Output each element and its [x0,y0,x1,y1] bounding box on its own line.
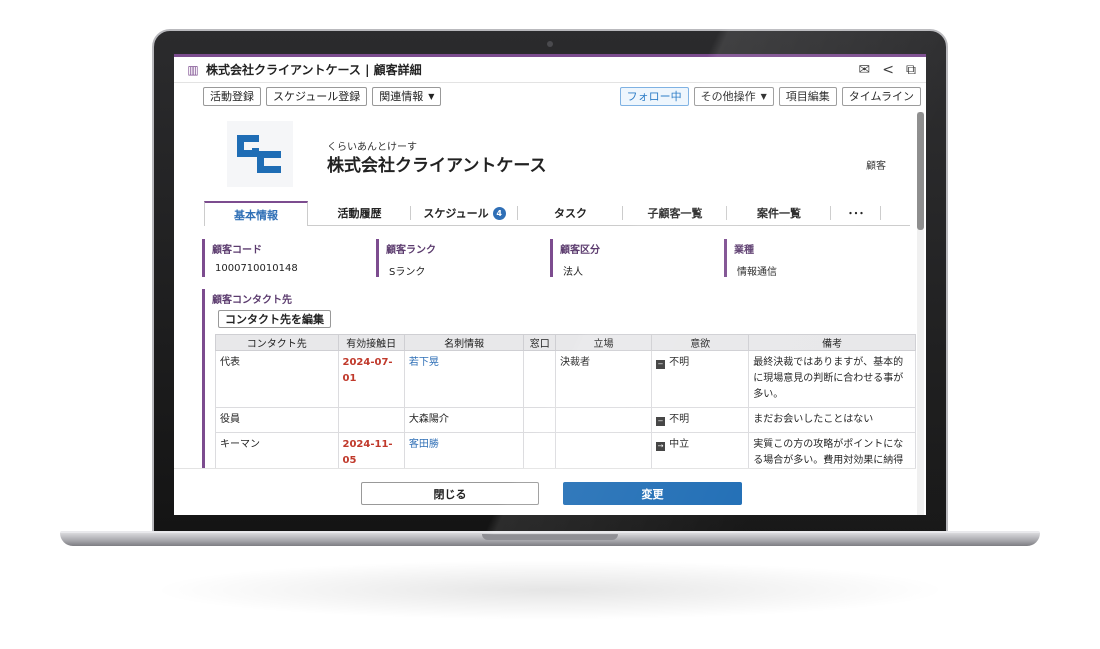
arrow-right-square-icon: → [656,442,666,451]
edit-contacts-button[interactable]: コンタクト先を編集 [218,310,331,328]
note-cell: まだお会いしたことはない [748,407,916,433]
field-label: 顧客区分 [560,245,600,256]
schedule-register-button[interactable]: スケジュール登録 [266,86,368,106]
column-header[interactable]: 意欲 [651,334,750,351]
laptop-notch [482,534,618,540]
scrollbar-thumb[interactable] [917,112,924,230]
motivation-label: 不明 [669,414,690,425]
motivation-cell: − 不明 [651,407,750,433]
tab-tasks[interactable]: タスク [518,201,623,225]
camera-dot [547,41,553,47]
field-customer-code: 顧客コード 1000710010148 [202,239,376,277]
caret-down-icon: ▼ [760,91,767,101]
column-header[interactable]: 備考 [748,334,916,351]
tab-deals[interactable]: 案件一覧 [727,201,831,225]
tab-activity-history[interactable]: 活動履歴 [308,201,411,225]
table-header-row: コンタクト先 有効接触日 名刺情報 窓口 立場 意欲 備考 [215,334,916,351]
tab-basic-info[interactable]: 基本情報 [204,201,308,226]
field-label: 顧客ランク [386,245,436,256]
field-label: 業種 [734,245,754,256]
tab-label: 案件一覧 [757,207,801,220]
tab-label: スケジュール [423,207,489,220]
toolbar: 活動登録 スケジュール登録 関連情報 ▼ フォロー中 その他操作 ▼ 項目編集 タイ… [174,83,926,109]
change-button[interactable]: 変更 [563,482,742,505]
contact-cell: 役員 [215,407,339,433]
position-cell: 決裁者 [554,350,653,408]
column-header[interactable]: 窓口 [523,334,556,351]
caret-down-icon: ▼ [428,91,435,101]
tab-content: 顧客コード 1000710010148 顧客ランク Sランク 顧客区分 法人 業… [174,227,916,490]
tab-label: 活動履歴 [337,207,382,220]
cc-logo-icon [237,135,281,173]
note-cell: 最終決裁ではありますが、基本的に現場意見の判断に合わせる事が多い。 [748,350,916,408]
timeline-button[interactable]: タイムライン [841,86,921,106]
date-cell: 2024-07-01 [337,350,405,408]
field-label: 顧客コード [212,245,262,256]
related-info-label: 関連情報 [379,90,424,103]
field-value: 1000710010148 [215,263,298,274]
share-icon[interactable]: < [882,62,894,78]
schedule-count-badge: 4 [492,206,506,220]
column-header[interactable]: 立場 [554,334,653,351]
minus-square-icon: − [656,360,666,369]
company-name: 株式会社クライアントケース [327,156,547,176]
other-ops-label: その他操作 [700,90,756,103]
card-cell: 大森陽介 [403,407,525,433]
field-customer-category: 顧客区分 法人 [550,239,724,278]
contacts-label: 顧客コンタクト先 [212,295,292,306]
building-icon: ▥ [187,62,199,77]
field-customer-rank: 顧客ランク Sランク [376,239,550,278]
activity-register-button[interactable]: 活動登録 [203,86,261,106]
table-row[interactable]: 役員 大森陽介 − 不明 まだお会いしたことはない [215,407,916,433]
other-ops-dropdown[interactable]: その他操作 ▼ [693,86,774,106]
motivation-label: 不明 [669,357,690,368]
tab-label: 基本情報 [234,208,278,222]
contacts-table: コンタクト先 有効接触日 名刺情報 窓口 立場 意欲 備考 代表 2024-07 [215,334,916,490]
external-link-icon[interactable]: ⧉ [906,62,916,78]
window-title: 株式会社クライアントケース | 顧客詳細 [206,63,422,77]
column-header[interactable]: コンタクト先 [215,334,339,351]
tab-schedule[interactable]: スケジュール 4 [411,201,518,225]
date-cell [337,407,405,433]
window-cell [523,407,556,433]
title-bar: ▥ 株式会社クライアントケース | 顧客詳細 ✉ < ⧉ [174,57,926,83]
related-info-dropdown[interactable]: 関連情報 ▼ [372,86,442,106]
laptop-mockup: ▥ 株式会社クライアントケース | 顧客詳細 ✉ < ⧉ 活動登録 スケジュール… [0,0,1100,649]
field-value: Sランク [389,267,426,278]
field-industry: 業種 情報通信 [724,239,898,278]
column-header[interactable]: 有効接触日 [337,334,405,351]
column-header[interactable]: 名刺情報 [403,334,525,351]
window-cell [523,350,556,408]
footer-bar: 閉じる 変更 [174,468,916,515]
motivation-label: 中立 [669,439,690,450]
tab-child-customers[interactable]: 子顧客一覧 [623,201,727,225]
follow-button[interactable]: フォロー中 [619,86,689,106]
table-row[interactable]: 代表 2024-07-01 若下晃 決裁者 − 不明 最終決裁ではありますが、基本… [215,350,916,408]
tab-label: 子顧客一覧 [647,207,703,220]
contacts-section: 顧客コンタクト先 コンタクト先を編集 コンタクト先 有効接触日 名刺情報 窓口 … [202,289,916,490]
motivation-cell: − 不明 [651,350,750,408]
tab-label: タスク [554,207,587,220]
edit-items-button[interactable]: 項目編集 [778,86,837,106]
tab-more[interactable]: ･･･ [831,201,881,225]
tab-bar: 基本情報 活動履歴 スケジュール 4 タスク 子顧客一覧 案件一覧 ･･･ [204,201,910,226]
app-screen: ▥ 株式会社クライアントケース | 顧客詳細 ✉ < ⧉ 活動登録 スケジュール… [174,54,926,515]
card-link[interactable]: 若下晃 [403,350,525,408]
field-value: 法人 [563,267,583,278]
minus-square-icon: − [656,417,666,426]
laptop-shadow [150,560,950,620]
title-actions: ✉ < ⧉ [859,62,916,78]
more-icon: ･･･ [847,207,865,220]
company-logo [227,121,293,187]
contact-cell: 代表 [215,350,339,408]
close-button[interactable]: 閉じる [361,482,539,505]
mail-icon[interactable]: ✉ [859,62,871,78]
field-value: 情報通信 [737,267,777,278]
basic-fields: 顧客コード 1000710010148 顧客ランク Sランク 顧客区分 法人 業… [202,239,898,278]
record-type-label: 顧客 [866,161,886,172]
position-cell [554,407,653,433]
